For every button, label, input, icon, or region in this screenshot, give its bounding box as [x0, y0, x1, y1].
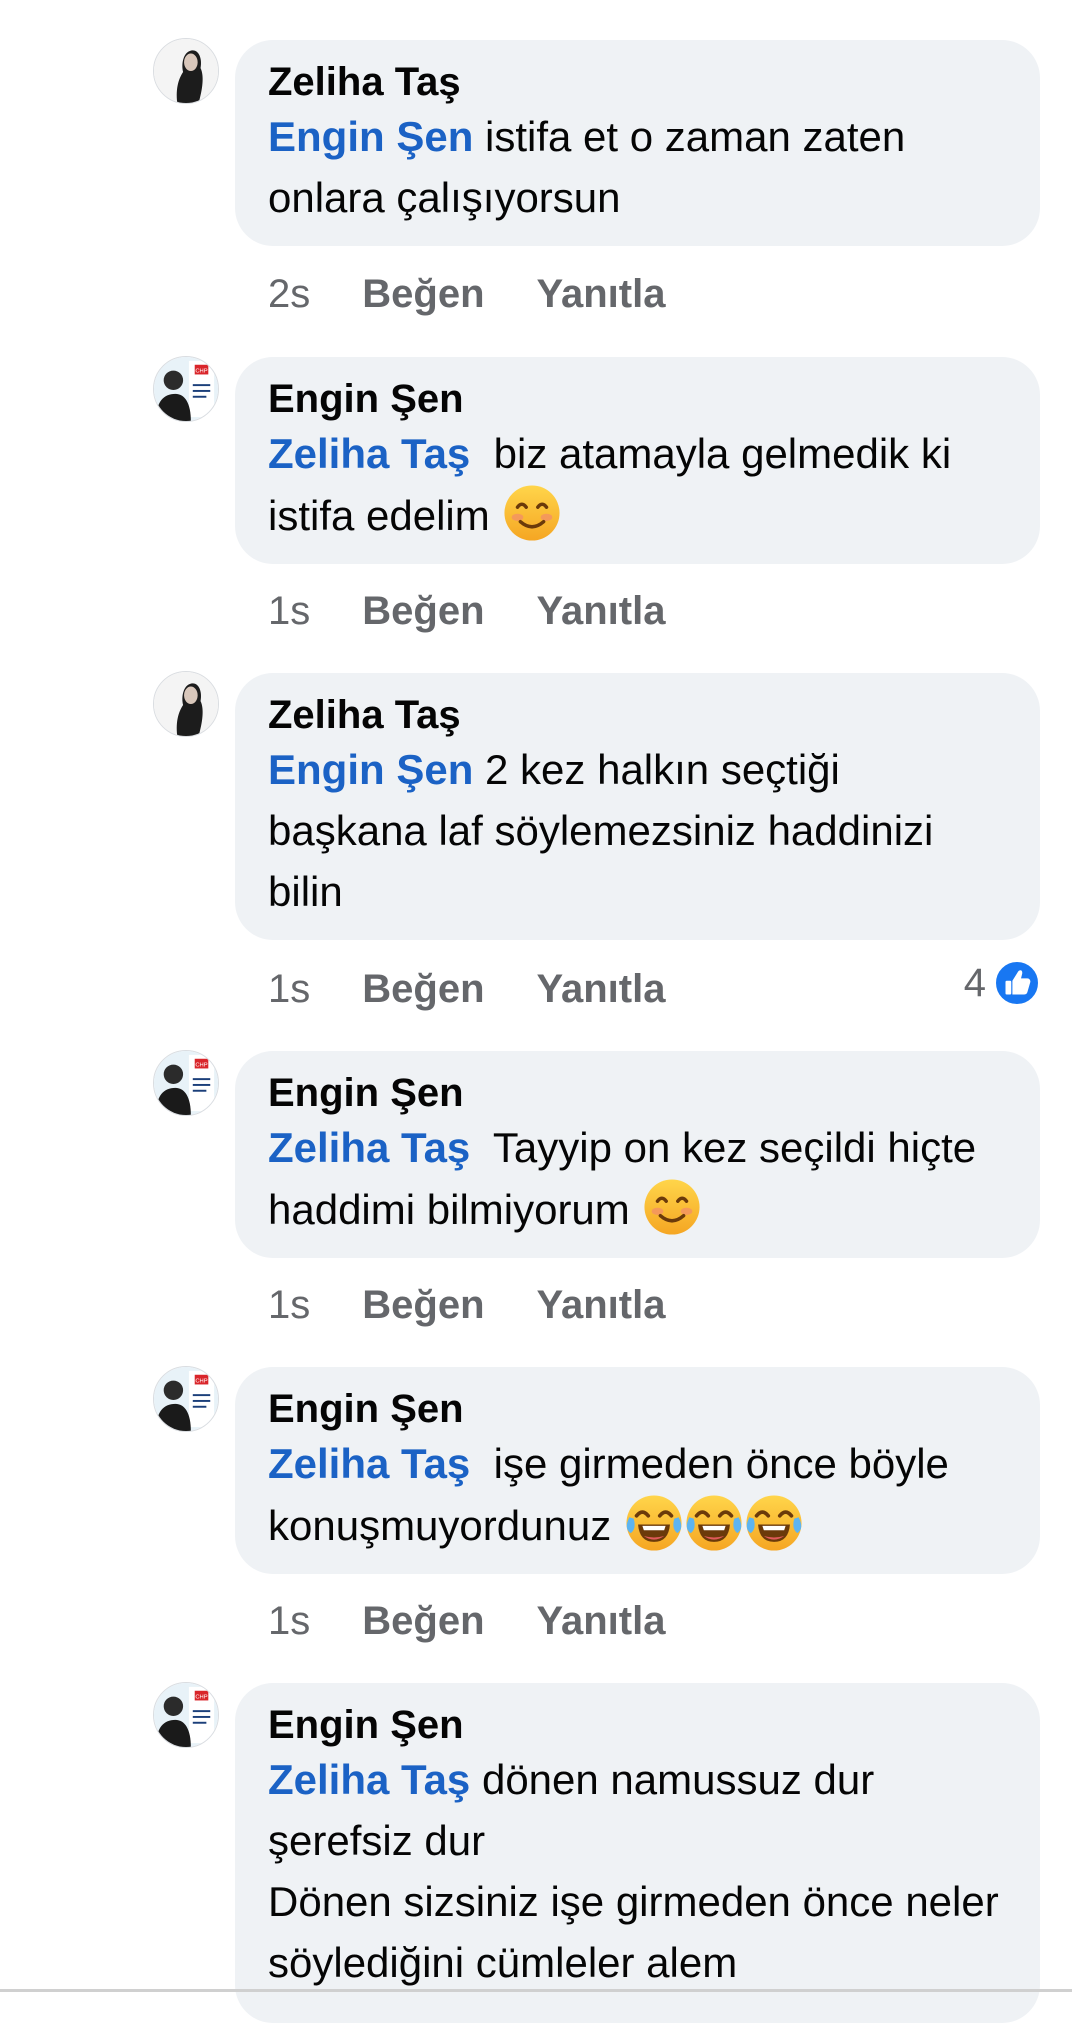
like-button[interactable]: Beğen: [362, 1599, 484, 1643]
chp-logo-text: CHP: [195, 1695, 207, 1701]
comment-author[interactable]: Zeliha Taş: [268, 58, 1008, 106]
tears-of-joy-icon: [625, 1494, 683, 1552]
comment-bubble: Zeliha Taş Engin Şen istifa et o zaman z…: [235, 40, 1040, 246]
comment-timestamp[interactable]: 1s: [268, 589, 310, 633]
profile-photo-woman-icon: [154, 672, 218, 736]
avatar[interactable]: [153, 671, 219, 737]
profile-photo-woman-icon: [154, 39, 218, 103]
comment-text: Engin Şen istifa et o zaman zaten onlara…: [268, 113, 917, 221]
comment-author[interactable]: Engin Şen: [268, 1385, 1008, 1433]
comment-timestamp[interactable]: 1s: [268, 967, 310, 1011]
reply-button[interactable]: Yanıtla: [537, 1599, 666, 1643]
comment-actions: 1s Beğen Yanıtla: [268, 587, 665, 635]
comment-actions: 2s Beğen Yanıtla: [268, 270, 665, 318]
comment-text: Engin Şen 2 kez halkın seçtiği başkana l…: [268, 746, 946, 915]
mention-link[interactable]: Zeliha Taş: [268, 430, 470, 477]
profile-photo-chp-icon: CHP: [154, 357, 218, 421]
reaction-summary[interactable]: 4: [964, 960, 1040, 1006]
comment-bubble: Engin Şen Zeliha Taş Tayyip on kez seçil…: [235, 1051, 1040, 1258]
chp-logo-text: CHP: [195, 1379, 207, 1385]
comment-timestamp[interactable]: 2s: [268, 272, 310, 316]
mention-link[interactable]: Engin Şen: [268, 746, 473, 793]
chp-logo-text: CHP: [195, 1063, 207, 1069]
comment-text: Zeliha Taş dönen namussuz dur şerefsiz d…: [268, 1756, 999, 1986]
avatar[interactable]: CHP: [153, 1366, 219, 1432]
profile-photo-chp-icon: CHP: [154, 1683, 218, 1747]
comment-bubble: Zeliha Taş Engin Şen 2 kez halkın seçtiğ…: [235, 673, 1040, 940]
tears-of-joy-icon: [745, 1494, 803, 1552]
chp-logo-text: CHP: [195, 369, 207, 375]
mention-link[interactable]: Engin Şen: [268, 113, 473, 160]
avatar[interactable]: CHP: [153, 1050, 219, 1116]
comment-text: Zeliha Taş işe girmeden önce böyle konuş…: [268, 1433, 1008, 1556]
comment-bubble: Engin Şen Zeliha Taş biz atamayla gelmed…: [235, 357, 1040, 564]
comment-text: Zeliha Taş Tayyip on kez seçildi hiçte h…: [268, 1117, 1008, 1240]
profile-photo-chp-icon: CHP: [154, 1051, 218, 1115]
comment-actions: 1s Beğen Yanıtla: [268, 1597, 665, 1645]
comment-timestamp[interactable]: 1s: [268, 1283, 310, 1327]
reaction-count: 4: [963, 960, 986, 1005]
comment-actions: 1s Beğen Yanıtla: [268, 1281, 665, 1329]
like-button[interactable]: Beğen: [362, 589, 484, 633]
reply-button[interactable]: Yanıtla: [537, 967, 666, 1011]
comment-author[interactable]: Engin Şen: [268, 1701, 1008, 1749]
avatar[interactable]: [153, 38, 219, 104]
reply-button[interactable]: Yanıtla: [537, 272, 666, 316]
smiling-face-icon: [643, 1178, 701, 1236]
mention-link[interactable]: Zeliha Taş: [268, 1756, 470, 1803]
profile-photo-chp-icon: CHP: [154, 1367, 218, 1431]
reply-button[interactable]: Yanıtla: [537, 589, 666, 633]
comment-author[interactable]: Engin Şen: [268, 1069, 1008, 1117]
comment-bubble: Engin Şen Zeliha Taş işe girmeden önce b…: [235, 1367, 1040, 1574]
like-button[interactable]: Beğen: [362, 1283, 484, 1327]
comment-bubble: Engin Şen Zeliha Taş dönen namussuz dur …: [235, 1683, 1040, 2023]
comment-timestamp[interactable]: 1s: [268, 1599, 310, 1643]
comment-author[interactable]: Engin Şen: [268, 375, 1008, 423]
mention-link[interactable]: Zeliha Taş: [268, 1124, 470, 1171]
like-thumb-icon: [994, 960, 1040, 1006]
tears-of-joy-icon: [685, 1494, 743, 1552]
like-button[interactable]: Beğen: [362, 272, 484, 316]
mention-link[interactable]: Zeliha Taş: [268, 1440, 470, 1487]
comment-text: Zeliha Taş biz atamayla gelmedik ki isti…: [268, 423, 1008, 546]
avatar[interactable]: CHP: [153, 356, 219, 422]
comment-actions: 1s Beğen Yanıtla: [268, 965, 665, 1013]
like-button[interactable]: Beğen: [362, 967, 484, 1011]
reply-button[interactable]: Yanıtla: [537, 1283, 666, 1327]
smiling-face-icon: [503, 484, 561, 542]
comment-author[interactable]: Zeliha Taş: [268, 691, 1008, 739]
avatar[interactable]: CHP: [153, 1682, 219, 1748]
